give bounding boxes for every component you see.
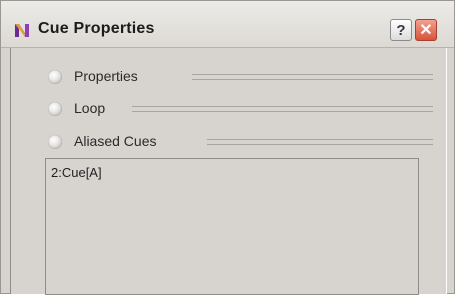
app-icon xyxy=(15,24,29,37)
section-divider xyxy=(192,74,433,80)
help-icon: ? xyxy=(396,21,406,39)
section-loop[interactable]: Loop xyxy=(48,99,433,119)
section-properties-label[interactable]: Properties xyxy=(74,68,138,84)
collapse-toggle-icon[interactable] xyxy=(48,70,62,84)
section-divider xyxy=(207,139,433,145)
close-button[interactable]: ✕ xyxy=(415,19,437,41)
section-divider xyxy=(132,106,433,112)
section-properties[interactable]: Properties xyxy=(48,67,433,87)
close-icon: ✕ xyxy=(419,22,433,39)
section-loop-label[interactable]: Loop xyxy=(74,100,105,116)
section-aliased-cues-label[interactable]: Aliased Cues xyxy=(74,133,157,149)
list-item[interactable]: 2:Cue[A] xyxy=(51,165,102,180)
window-title: Cue Properties xyxy=(38,20,155,37)
cue-properties-dialog: Cue Properties ? ✕ Properties Loop Alias… xyxy=(0,0,455,295)
collapse-toggle-icon[interactable] xyxy=(48,102,62,116)
title-bar[interactable]: Cue Properties ? ✕ xyxy=(1,1,454,48)
help-button[interactable]: ? xyxy=(390,19,412,41)
aliased-cues-list[interactable]: 2:Cue[A] xyxy=(45,158,419,295)
section-aliased-cues[interactable]: Aliased Cues xyxy=(48,132,433,152)
collapse-toggle-icon[interactable] xyxy=(48,135,62,149)
